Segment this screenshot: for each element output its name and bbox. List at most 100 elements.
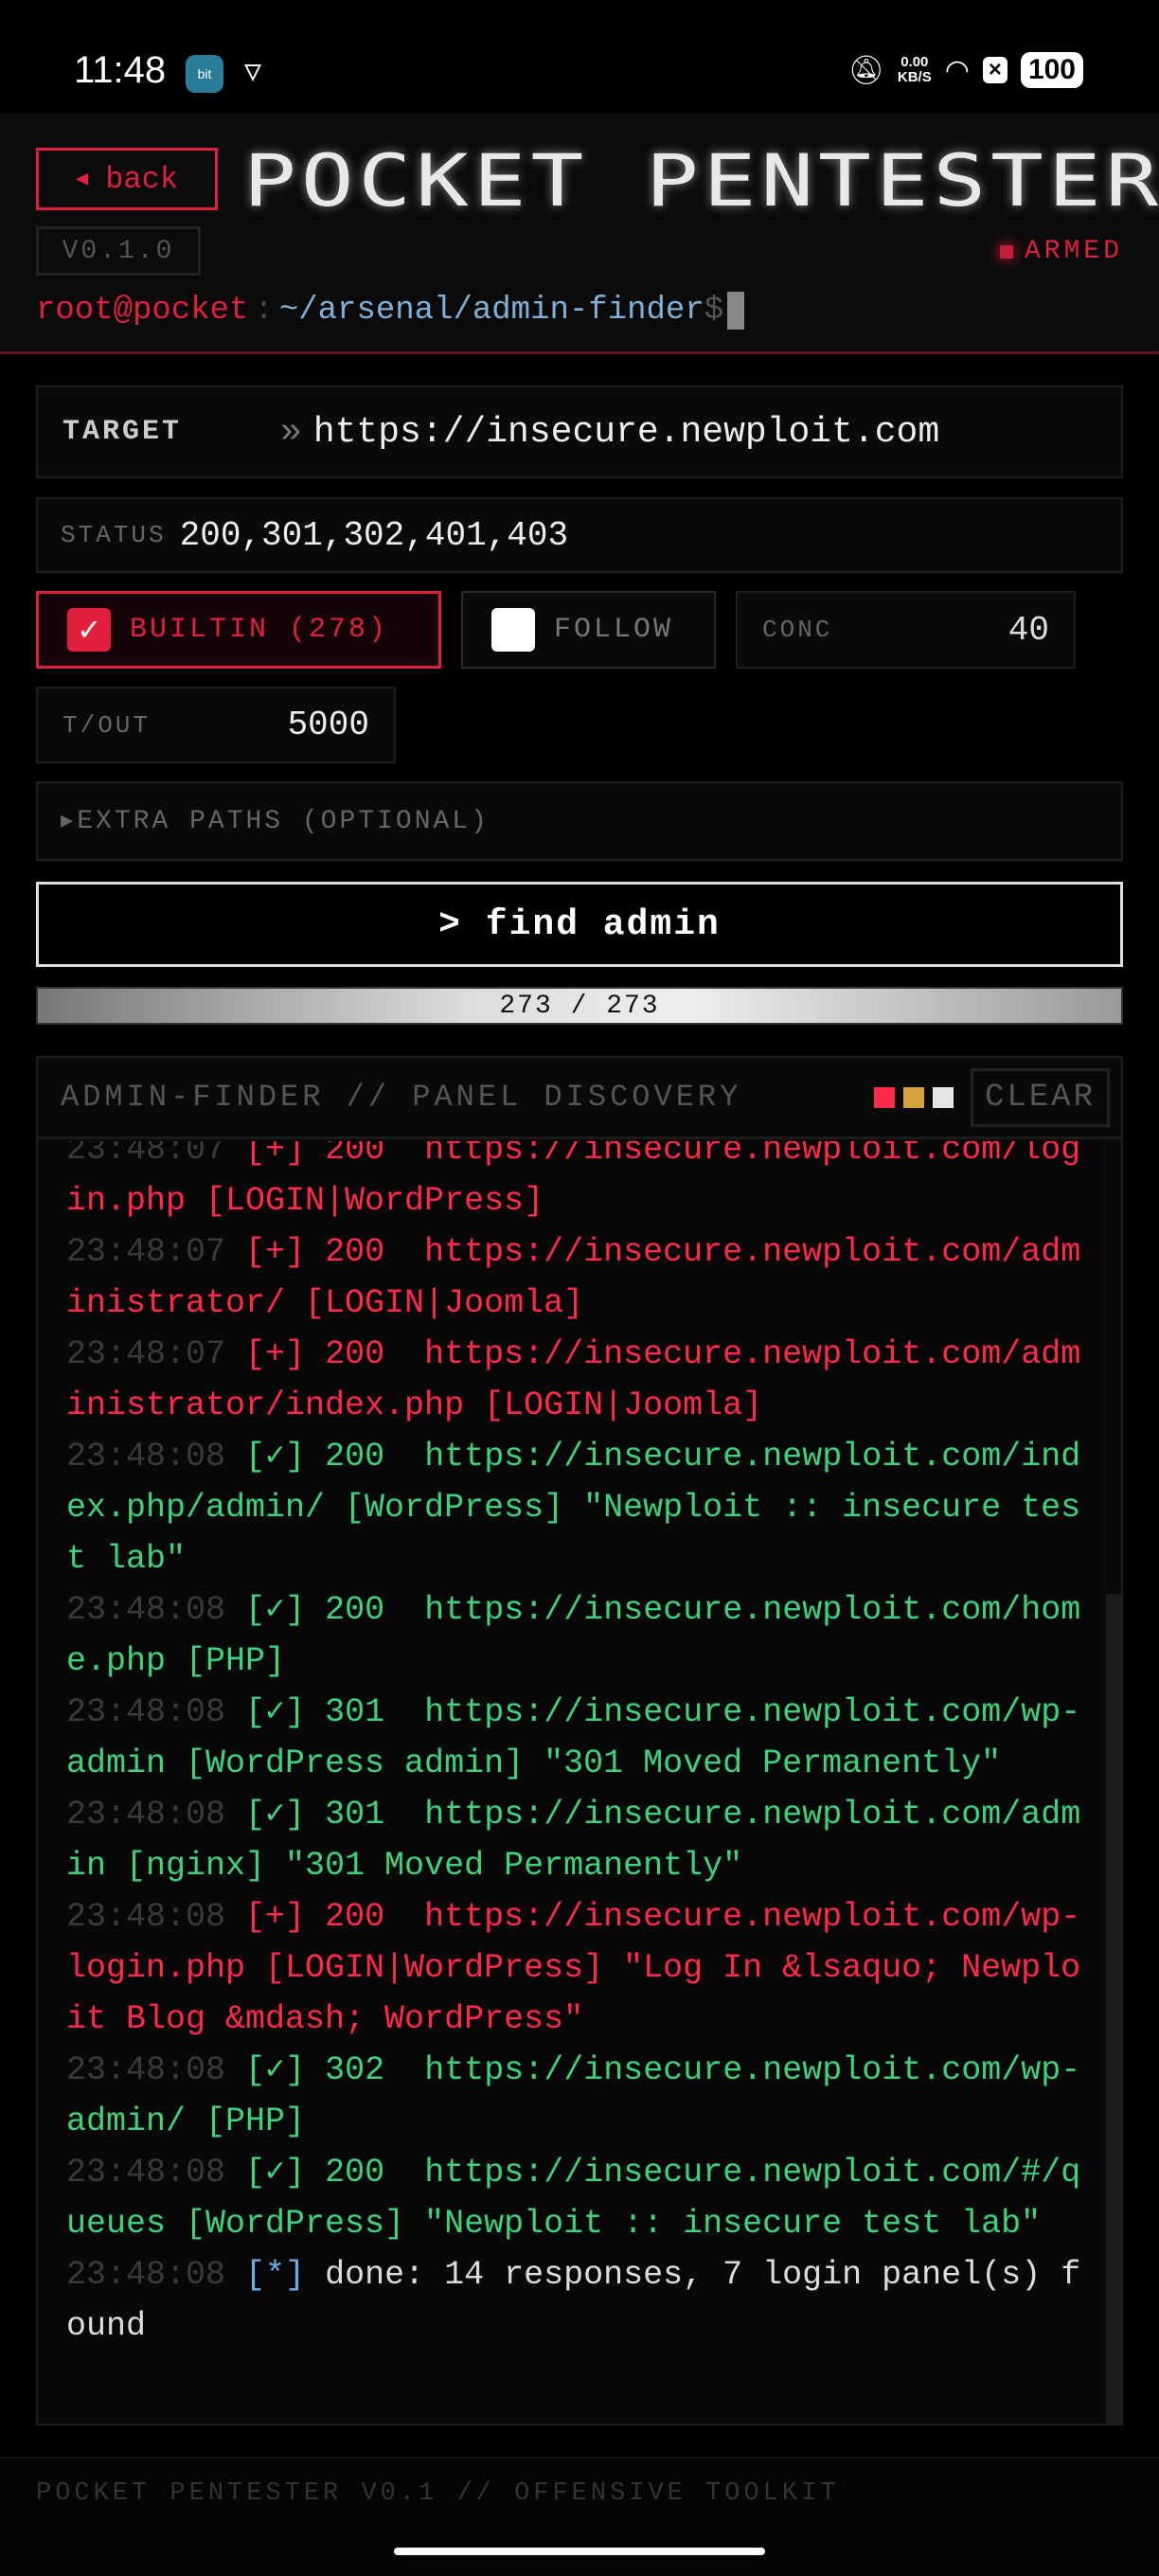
prompt-path: ~/arsenal/admin-finder — [278, 293, 704, 329]
log-tag: [✓] — [245, 1693, 306, 1731]
checkbox-checked-icon: ✓ — [67, 608, 111, 652]
log-timestamp: 23:48:08 — [66, 1438, 226, 1476]
builtin-label: BUILTIN (278) — [130, 614, 389, 646]
console-color-dots — [873, 1086, 954, 1108]
log-timestamp: 23:48:08 — [66, 1796, 226, 1834]
console-dot-2 — [932, 1086, 954, 1108]
log-tag: [+] — [245, 1141, 306, 1169]
vpn-icon: ▽ — [243, 58, 262, 90]
log-line: 23:48:08 [✓] 301 https://insecure.newplo… — [66, 1687, 1098, 1789]
progress-bar: 273 / 273 — [36, 987, 1123, 1025]
log-timestamp: 23:48:07 — [66, 1141, 226, 1169]
log-status-code: 200 — [325, 1233, 385, 1271]
log-tag: [✓] — [245, 1796, 306, 1834]
concurrency-field[interactable]: CONC 40 — [736, 591, 1076, 669]
clear-button[interactable]: CLEAR — [970, 1067, 1110, 1127]
log-line: 23:48:08 [*] done: 14 responses, 7 login… — [66, 2249, 1098, 2352]
wifi-icon: ◠ — [944, 54, 970, 86]
log-tag: [✓] — [245, 1591, 306, 1629]
log-line: 23:48:08 [✓] 302 https://insecure.newplo… — [66, 2045, 1098, 2147]
status-bar: 11:48 bit ▽ 🔕︎ 0.00 KB/S ◠ × 100 — [0, 0, 1159, 114]
armed-label: ARMED — [1024, 237, 1123, 266]
log-tag: [✓] — [245, 2051, 306, 2089]
console-scrollbar[interactable] — [1106, 1594, 1121, 2424]
target-input[interactable]: https://insecure.newploit.com — [313, 412, 939, 453]
prompt-user: root@pocket — [36, 293, 249, 329]
log-tag: [+] — [245, 1233, 306, 1271]
log-timestamp: 23:48:08 — [66, 1898, 226, 1936]
log-timestamp: 23:48:08 — [66, 2154, 226, 2191]
log-lines: 23:48:07 [+] 200 https://insecure.newplo… — [66, 1141, 1098, 2352]
progress-text: 273 / 273 — [499, 991, 660, 1021]
status-label: STATUS — [61, 521, 167, 549]
log-status-code: 200 — [325, 1335, 385, 1373]
timeout-field[interactable]: T/OUT 5000 — [36, 687, 396, 763]
console-title: ADMIN-FINDER // PANEL DISCOVERY — [61, 1080, 742, 1115]
log-status-code: 301 — [325, 1693, 385, 1731]
log-tag: [✓] — [245, 1438, 306, 1476]
mute-bell-icon: 🔕︎ — [847, 54, 884, 86]
timeout-label: T/OUT — [62, 710, 152, 740]
conc-input[interactable]: 40 — [1008, 611, 1049, 650]
armed-dot-icon — [999, 244, 1013, 259]
builtin-checkbox[interactable]: ✓ BUILTIN (278) — [36, 591, 441, 669]
log-line: 23:48:07 [+] 200 https://insecure.newplo… — [66, 1226, 1098, 1329]
status-field[interactable]: STATUS 200,301,302,401,403 — [36, 497, 1123, 573]
log-status-code: 200 — [325, 1438, 385, 1476]
follow-label: FOLLOW — [554, 614, 674, 646]
timeout-input[interactable]: 5000 — [288, 706, 369, 744]
log-timestamp: 23:48:07 — [66, 1335, 226, 1373]
back-arrow-icon: ◀ — [75, 168, 89, 191]
log-tag: [✓] — [245, 2154, 306, 2191]
armed-indicator: ARMED — [999, 237, 1123, 266]
log-tag: [*] — [245, 2256, 306, 2294]
log-line: 23:48:08 [✓] 200 https://insecure.newplo… — [66, 1431, 1098, 1584]
console-log: 23:48:07 [+] 200 https://insecure.newplo… — [38, 1141, 1103, 2424]
footer-text: POCKET PENTESTER V0.1 // OFFENSIVE TOOLK… — [36, 2479, 840, 2508]
log-line: 23:48:08 [✓] 200 https://insecure.newplo… — [66, 2147, 1098, 2249]
log-status-code: 301 — [325, 1796, 385, 1834]
target-label: TARGET — [62, 416, 183, 448]
log-timestamp: 23:48:08 — [66, 1591, 226, 1629]
target-field[interactable]: TARGET » https://insecure.newploit.com — [36, 385, 1123, 478]
clock: 11:48 — [74, 49, 167, 91]
log-timestamp: 23:48:08 — [66, 2256, 226, 2294]
find-admin-label: > find admin — [438, 903, 721, 945]
log-status-code: 200 — [325, 2154, 385, 2191]
log-line: 23:48:08 [✓] 200 https://insecure.newplo… — [66, 1584, 1098, 1687]
version-badge: V0.1.0 — [36, 226, 201, 276]
find-admin-button[interactable]: > find admin — [36, 882, 1123, 967]
bit-app-icon: bit — [186, 55, 223, 93]
log-status-code: 200 — [325, 1141, 385, 1169]
conc-label: CONC — [762, 616, 833, 644]
extra-paths-toggle[interactable]: ▶ EXTRA PATHS (OPTIONAL) — [36, 781, 1123, 861]
prompt-symbol: $ — [704, 293, 724, 329]
status-input[interactable]: 200,301,302,401,403 — [180, 516, 568, 555]
expand-triangle-icon: ▶ — [61, 810, 74, 833]
status-icons: 🔕︎ 0.00 KB/S ◠ × 100 — [848, 52, 1083, 88]
log-tag: [+] — [245, 1335, 306, 1373]
target-arrow-icon: » — [280, 411, 302, 453]
cursor — [727, 292, 745, 330]
back-label: back — [105, 161, 179, 197]
app-title: POCKET PENTESTER — [243, 138, 1159, 223]
log-line: 23:48:08 [+] 200 https://insecure.newplo… — [66, 1891, 1098, 2045]
log-status-code: 200 — [325, 1591, 385, 1629]
footer: POCKET PENTESTER V0.1 // OFFENSIVE TOOLK… — [0, 2457, 1159, 2576]
log-line: 23:48:07 [+] 200 https://insecure.newplo… — [66, 1141, 1098, 1226]
console-dot-1 — [902, 1086, 924, 1108]
net-speed: 0.00 KB/S — [898, 55, 932, 85]
sim-x-icon: × — [982, 57, 1007, 83]
terminal-prompt: root@pocket : ~/arsenal/admin-finder $ — [36, 292, 745, 330]
log-line: 23:48:07 [+] 200 https://insecure.newplo… — [66, 1329, 1098, 1431]
log-timestamp: 23:48:08 — [66, 2051, 226, 2089]
console-header: ADMIN-FINDER // PANEL DISCOVERY CLEAR — [38, 1058, 1121, 1139]
home-indicator[interactable] — [394, 2548, 765, 2555]
net-speed-value: 0.00 — [900, 54, 929, 70]
checkbox-unchecked-icon — [491, 608, 535, 652]
follow-checkbox[interactable]: FOLLOW — [461, 591, 716, 669]
extra-paths-label: EXTRA PATHS (OPTIONAL) — [77, 806, 490, 836]
console-dot-0 — [873, 1086, 895, 1108]
log-status-code: 200 — [325, 1898, 385, 1936]
back-button[interactable]: ◀ back — [36, 148, 218, 210]
